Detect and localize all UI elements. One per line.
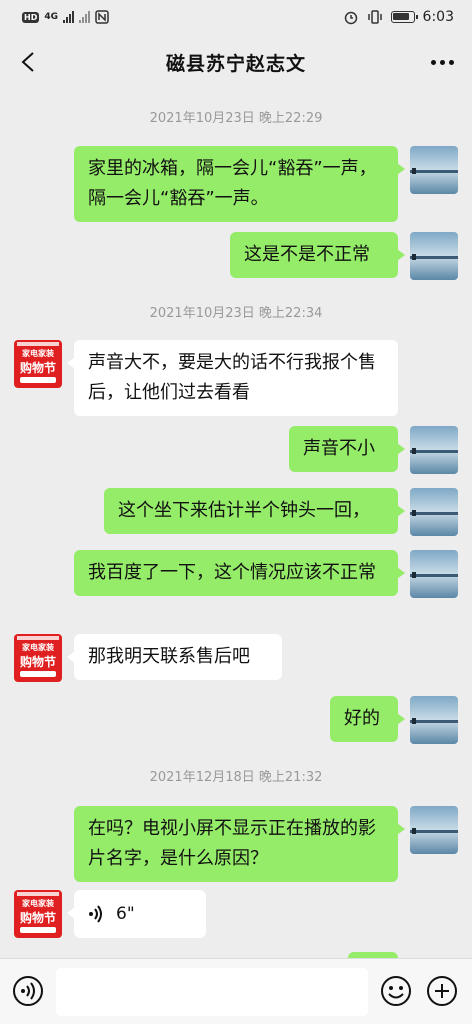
self-avatar[interactable] — [410, 696, 458, 744]
self-avatar[interactable] — [410, 806, 458, 854]
received-message-bubble[interactable]: 声音大不，要是大的话不行我报个售后，让他们过去看看 — [67, 340, 398, 416]
self-avatar[interactable] — [410, 146, 458, 194]
status-time: 6:03 — [422, 9, 454, 25]
voice-wave-icon — [89, 905, 102, 923]
more-button[interactable] — [431, 48, 454, 76]
voice-duration: 6" — [116, 904, 135, 924]
sent-message-bubble[interactable]: 好的 — [330, 696, 405, 742]
sent-message-bubble[interactable]: 我百度了一下，这个情况应该不正常 — [74, 550, 405, 596]
voice-input-toggle-icon[interactable] — [12, 975, 44, 1007]
chat-title: 磁县苏宁赵志文 — [165, 52, 306, 75]
status-icons-left: HD 4G — [22, 10, 109, 24]
sent-message-bubble[interactable]: 在吗？电视小屏不显示正在播放的影片名字，是什么原因？ — [74, 806, 405, 882]
received-message-bubble[interactable]: 那我明天联系售后吧 — [67, 634, 282, 680]
network-type: 4G — [44, 12, 58, 22]
battery-icon — [390, 11, 418, 23]
sent-message-bubble[interactable]: 这个坐下来估计半个钟头一回， — [104, 488, 405, 534]
timestamp: 2021年10月23日 晚上22:34 — [149, 306, 323, 321]
input-bar — [0, 958, 472, 1024]
self-avatar[interactable] — [410, 232, 458, 280]
signal-2-icon — [79, 11, 90, 23]
status-bar: HD 4G 6:03 — [0, 0, 472, 34]
status-icons-right: 6:03 — [343, 9, 454, 25]
self-avatar[interactable] — [410, 550, 458, 598]
timestamp: 2021年10月23日 晚上22:29 — [149, 111, 323, 126]
message-input[interactable] — [56, 968, 368, 1016]
back-button[interactable] — [12, 46, 44, 78]
plus-icon[interactable] — [426, 975, 458, 1007]
more-dots-icon — [431, 59, 436, 65]
vibrate-icon — [367, 10, 382, 24]
alarm-icon — [344, 11, 357, 25]
signal-icon — [63, 11, 74, 23]
self-avatar[interactable] — [410, 426, 458, 474]
chat-header: 磁县苏宁赵志文 — [0, 34, 472, 90]
contact-avatar[interactable]: 家电家装 购物节 — [14, 890, 62, 938]
timestamp: 2021年12月18日 晚上21:32 — [149, 770, 323, 785]
sent-message-bubble[interactable]: 家里的冰箱，隔一会儿“豁吞”一声，隔一会儿“豁吞”一声。 — [74, 146, 405, 222]
self-avatar[interactable] — [410, 488, 458, 536]
hd-badge: HD — [22, 11, 40, 23]
chevron-left-icon — [21, 52, 34, 72]
sent-message-bubble[interactable]: 声音不小 — [289, 426, 405, 472]
emoji-icon[interactable] — [380, 975, 412, 1007]
nfc-icon — [95, 10, 109, 24]
contact-avatar[interactable]: 家电家装 购物节 — [14, 340, 62, 388]
received-voice-message[interactable]: 6" — [67, 890, 206, 938]
sent-message-bubble[interactable]: 这是不是不正常 — [230, 232, 405, 278]
contact-avatar[interactable]: 家电家装 购物节 — [14, 634, 62, 682]
